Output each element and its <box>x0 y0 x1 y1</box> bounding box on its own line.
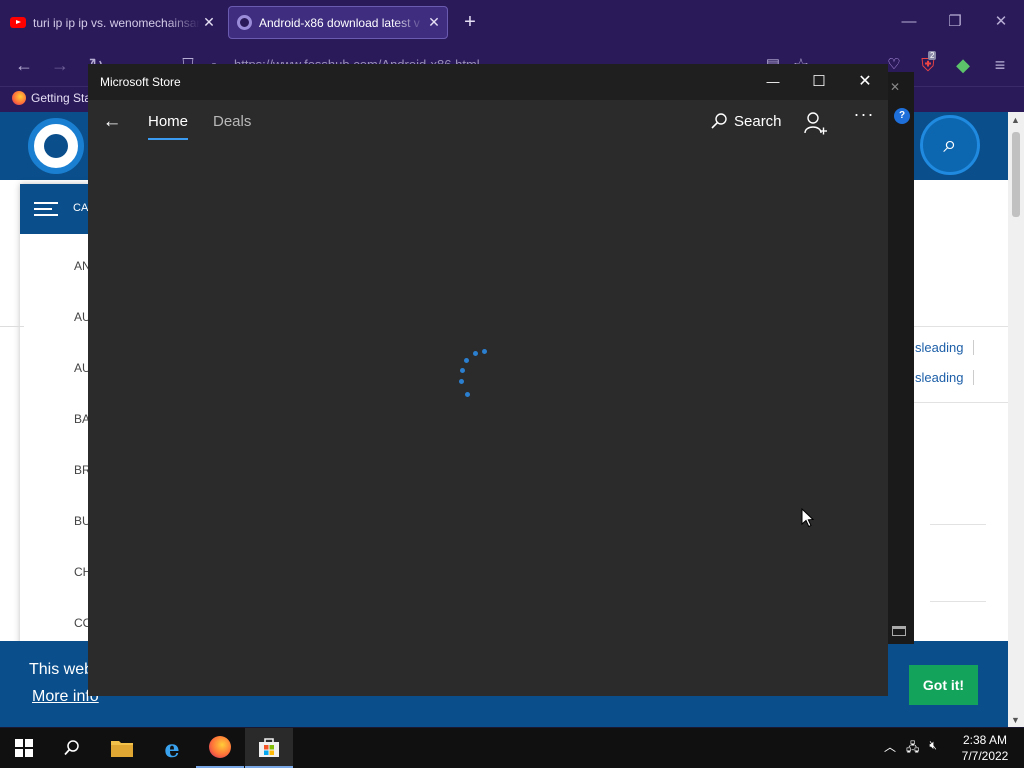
folder-icon <box>111 741 133 757</box>
misleading-link[interactable]: sleading <box>915 370 975 385</box>
search-icon <box>711 113 727 129</box>
divider <box>0 326 24 327</box>
browser-close-button[interactable]: ✕ <box>989 10 1013 34</box>
youtube-icon <box>10 17 26 28</box>
scroll-down-icon[interactable]: ▼ <box>1011 715 1020 725</box>
file-explorer-button[interactable] <box>98 728 146 768</box>
search-label: Search <box>734 112 782 130</box>
site-icon <box>237 15 252 30</box>
browser-restore-button[interactable]: ❐ <box>943 10 967 34</box>
taskbar: e ︿ 🖧︎ 🔇︎ 2:38 AM 7/7/2022 <box>0 728 1024 768</box>
chevron-up-icon[interactable]: ︿ <box>884 738 896 759</box>
clock[interactable]: 2:38 AM 7/7/2022 <box>952 732 1018 764</box>
firefox-taskbar-button[interactable] <box>196 728 244 768</box>
site-logo[interactable] <box>28 118 84 174</box>
account-button[interactable] <box>802 108 832 138</box>
close-button[interactable]: ✕ <box>842 64 888 100</box>
help-icon: ? <box>894 108 910 124</box>
close-tab-icon[interactable]: ✕ <box>425 14 443 31</box>
network-icon[interactable]: 🖧︎ <box>906 738 919 759</box>
scrollbar-thumb[interactable] <box>1012 132 1020 217</box>
tab-deals[interactable]: Deals <box>213 113 251 130</box>
menu-icon[interactable]: ≡ <box>988 53 1012 77</box>
close-icon: ✕ <box>889 80 900 94</box>
back-button[interactable]: ← <box>100 110 124 134</box>
browser-tab-android-x86[interactable]: Android-x86 download latest v ✕ <box>228 6 448 39</box>
menu-icon <box>34 202 58 216</box>
category-header[interactable]: CA <box>20 184 90 234</box>
microsoft-store-taskbar-button[interactable] <box>245 728 293 768</box>
store-titlebar[interactable]: Microsoft Store — ☐ ✕ <box>88 64 888 100</box>
ublock-badge: 2 <box>928 51 937 60</box>
internet-explorer-button[interactable]: e <box>148 728 196 768</box>
clock-time: 2:38 AM <box>962 733 1008 747</box>
divider <box>930 524 986 525</box>
tab-home[interactable]: Home <box>148 113 189 140</box>
cookie-text: This web <box>29 661 94 678</box>
misleading-link[interactable]: sleading <box>915 340 975 355</box>
browser-minimize-button[interactable]: — <box>897 10 921 34</box>
category-header-label: CA <box>73 202 89 214</box>
new-tab-button[interactable]: + <box>459 10 481 34</box>
tab-label: Android-x86 download latest v <box>259 15 420 30</box>
clock-date: 7/7/2022 <box>961 749 1009 763</box>
browser-tab-youtube[interactable]: turi ip ip ip vs. wenomechainsama ✕ <box>4 6 222 39</box>
system-tray: ︿ 🖧︎ 🔇︎ <box>884 738 937 759</box>
add-user-icon <box>804 112 827 135</box>
volume-muted-icon[interactable]: 🔇︎ <box>929 738 937 759</box>
maximize-button[interactable]: ☐ <box>796 64 842 100</box>
store-content <box>88 148 888 696</box>
microsoft-store-window: Microsoft Store — ☐ ✕ ← Home Deals Searc… <box>88 64 888 696</box>
minimize-button[interactable]: — <box>750 64 796 100</box>
extension-icon[interactable]: ◆ <box>951 53 975 77</box>
taskbar-search-button[interactable] <box>48 728 96 768</box>
loading-spinner <box>454 349 494 405</box>
search-button[interactable]: Search <box>710 112 782 130</box>
scroll-up-icon[interactable]: ▲ <box>1011 115 1020 125</box>
microsoft-store-icon <box>259 738 279 757</box>
search-icon <box>64 740 79 756</box>
mouse-cursor-icon <box>801 508 815 528</box>
divider <box>930 601 986 602</box>
cookie-got-it-button[interactable]: Got it! <box>909 665 978 705</box>
tab-label: turi ip ip ip vs. wenomechainsama <box>33 15 200 30</box>
category-panel: CA AN AU AU BA BR BU CH CO <box>20 184 92 664</box>
close-tab-icon[interactable]: ✕ <box>200 14 218 31</box>
store-nav: ← Home Deals Search ··· <box>88 100 888 148</box>
firefox-icon <box>209 736 231 758</box>
forward-icon[interactable]: → <box>48 53 72 77</box>
windows-icon <box>15 739 33 757</box>
page-scrollbar[interactable]: ▲ ▼ <box>1008 112 1024 727</box>
start-button[interactable] <box>0 728 48 768</box>
more-button[interactable]: ··· <box>852 105 876 130</box>
window-icon <box>892 626 906 636</box>
divider <box>914 402 1008 403</box>
firefox-icon <box>12 91 26 105</box>
browser-titlebar: turi ip ip ip vs. wenomechainsama ✕ Andr… <box>0 0 1024 44</box>
internet-explorer-icon: e <box>164 733 180 763</box>
divider <box>914 326 1008 327</box>
back-icon[interactable]: ← <box>12 53 36 77</box>
window-title: Microsoft Store <box>100 75 181 89</box>
site-search-icon[interactable]: ⌕ <box>920 115 980 175</box>
